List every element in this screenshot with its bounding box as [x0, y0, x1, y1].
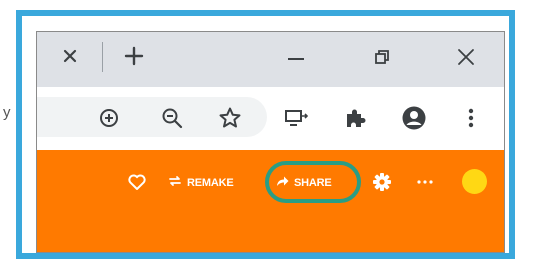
new-tab-icon[interactable] [122, 44, 146, 68]
minimize-icon[interactable] [284, 47, 308, 71]
window-close-icon[interactable] [454, 45, 478, 69]
extensions-icon[interactable] [342, 105, 368, 131]
restore-icon[interactable] [370, 45, 394, 69]
gear-icon[interactable] [371, 171, 393, 193]
cast-icon[interactable] [283, 105, 309, 131]
highlight-frame: REMAKE SHARE [16, 10, 515, 259]
tab-separator [102, 42, 103, 72]
share-button[interactable]: SHARE [276, 172, 332, 194]
zoom-in-icon[interactable] [96, 105, 122, 131]
zoom-out-icon[interactable] [159, 105, 185, 131]
remake-label: REMAKE [187, 177, 234, 189]
tab-strip [37, 32, 504, 87]
browser-window: REMAKE SHARE [36, 31, 505, 253]
remake-button[interactable]: REMAKE [168, 172, 234, 194]
menu-kebab-icon[interactable] [458, 105, 484, 131]
more-options-icon[interactable] [414, 171, 436, 193]
share-label: SHARE [294, 177, 332, 189]
close-tab-icon[interactable] [60, 46, 80, 66]
bookmark-star-icon[interactable] [217, 105, 243, 131]
side-text-fragment: y [3, 104, 11, 121]
share-arrow-icon [276, 174, 289, 192]
profile-icon[interactable] [401, 105, 427, 131]
screenshot-canvas: y REMAKE SHARE [0, 0, 539, 271]
avatar[interactable] [462, 169, 487, 194]
heart-icon[interactable] [126, 171, 148, 193]
browser-toolbar [37, 87, 504, 150]
remake-icon [168, 174, 182, 193]
app-action-bar: REMAKE SHARE [37, 150, 504, 252]
